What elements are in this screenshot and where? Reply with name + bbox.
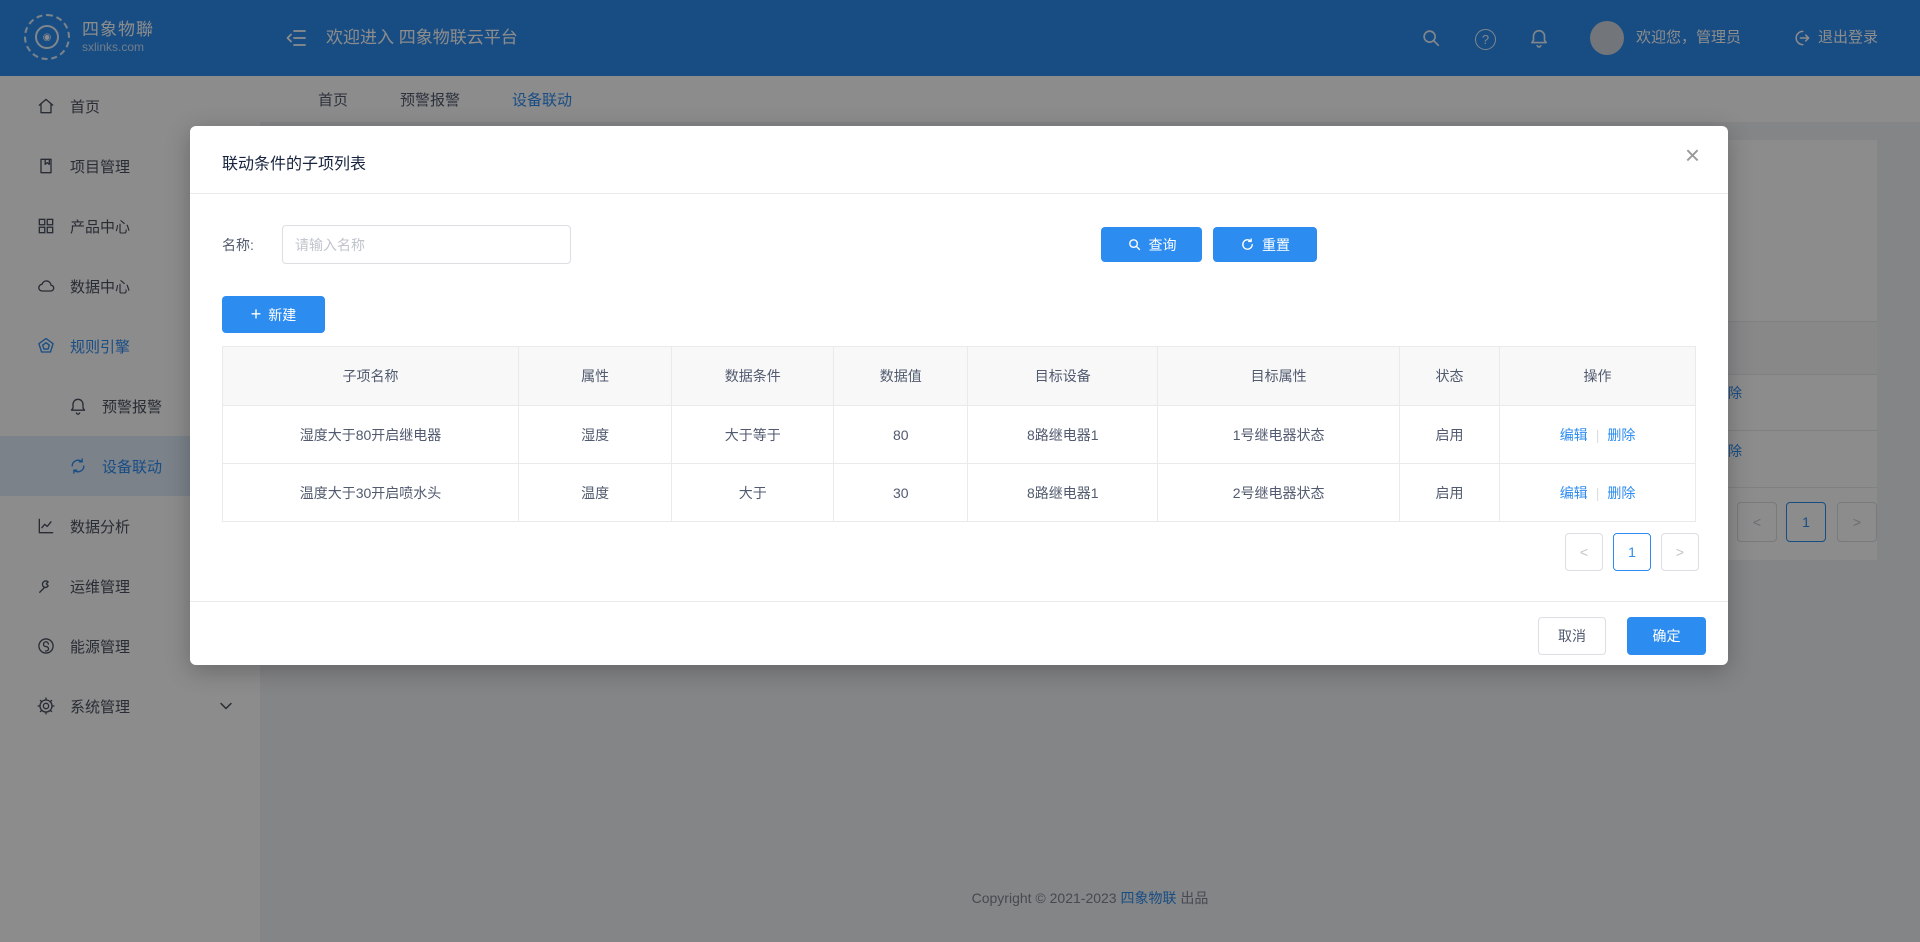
app-window: ◉ 四象物聯 sxlinks.com 欢迎进入 四象物联云平台 ? 欢迎您，管理… xyxy=(0,0,1920,942)
search-icon xyxy=(1127,237,1142,252)
refresh-icon xyxy=(1240,237,1255,252)
cell-attribute: 湿度 xyxy=(519,406,672,464)
col-header-actions: 操作 xyxy=(1500,347,1696,406)
cell-target-device: 8路继电器1 xyxy=(968,406,1158,464)
cell-target-attribute: 2号继电器状态 xyxy=(1158,464,1400,522)
cell-attribute: 温度 xyxy=(519,464,672,522)
plus-icon: + xyxy=(251,305,262,323)
table-row: 温度大于30开启喷水头 温度 大于 30 8路继电器1 2号继电器状态 启用 编… xyxy=(223,464,1696,522)
edit-link[interactable]: 编辑 xyxy=(1560,427,1588,443)
col-header-condition: 数据条件 xyxy=(672,347,834,406)
cell-condition: 大于 xyxy=(672,464,834,522)
sub-items-table: 子项名称 属性 数据条件 数据值 目标设备 目标属性 状态 操作 湿度大于80开… xyxy=(222,346,1696,522)
reset-button[interactable]: 重置 xyxy=(1213,227,1317,262)
create-label: 新建 xyxy=(268,305,296,325)
confirm-button[interactable]: 确定 xyxy=(1627,617,1706,655)
cell-target-device: 8路继电器1 xyxy=(968,464,1158,522)
col-header-attribute: 属性 xyxy=(519,347,672,406)
col-header-name: 子项名称 xyxy=(223,347,519,406)
create-button[interactable]: + 新建 xyxy=(222,296,325,333)
pagination-page-1[interactable]: 1 xyxy=(1613,533,1651,571)
divider xyxy=(190,601,1728,602)
cell-actions: 编辑 | 删除 xyxy=(1500,406,1696,464)
close-icon[interactable]: × xyxy=(1685,142,1700,168)
delete-link[interactable]: 删除 xyxy=(1607,485,1635,501)
cell-name: 湿度大于80开启继电器 xyxy=(223,406,519,464)
query-button[interactable]: 查询 xyxy=(1101,227,1202,262)
pagination-prev[interactable]: < xyxy=(1565,533,1603,571)
edit-link[interactable]: 编辑 xyxy=(1560,485,1588,501)
col-header-status: 状态 xyxy=(1399,347,1499,406)
divider: | xyxy=(1596,427,1600,443)
divider xyxy=(190,193,1728,194)
cell-value: 80 xyxy=(834,406,968,464)
col-header-target-attribute: 目标属性 xyxy=(1158,347,1400,406)
cell-status: 启用 xyxy=(1399,464,1499,522)
name-label: 名称: xyxy=(222,235,254,255)
cell-name: 温度大于30开启喷水头 xyxy=(223,464,519,522)
delete-link[interactable]: 删除 xyxy=(1607,427,1635,443)
cell-value: 30 xyxy=(834,464,968,522)
name-input[interactable] xyxy=(282,225,571,264)
table-row: 湿度大于80开启继电器 湿度 大于等于 80 8路继电器1 1号继电器状态 启用… xyxy=(223,406,1696,464)
cancel-button[interactable]: 取消 xyxy=(1538,617,1606,655)
query-label: 查询 xyxy=(1149,235,1177,255)
cell-status: 启用 xyxy=(1399,406,1499,464)
reset-label: 重置 xyxy=(1262,235,1290,255)
col-header-target-device: 目标设备 xyxy=(968,347,1158,406)
col-header-value: 数据值 xyxy=(834,347,968,406)
linkage-conditions-modal: 联动条件的子项列表 × 名称: 查询 重置 + 新建 子项名称 属性 xyxy=(190,126,1728,665)
modal-title: 联动条件的子项列表 xyxy=(222,150,366,174)
cell-actions: 编辑 | 删除 xyxy=(1500,464,1696,522)
table-header-row: 子项名称 属性 数据条件 数据值 目标设备 目标属性 状态 操作 xyxy=(223,347,1696,406)
divider: | xyxy=(1596,485,1600,501)
pagination-next[interactable]: > xyxy=(1661,533,1699,571)
cell-target-attribute: 1号继电器状态 xyxy=(1158,406,1400,464)
cell-condition: 大于等于 xyxy=(672,406,834,464)
